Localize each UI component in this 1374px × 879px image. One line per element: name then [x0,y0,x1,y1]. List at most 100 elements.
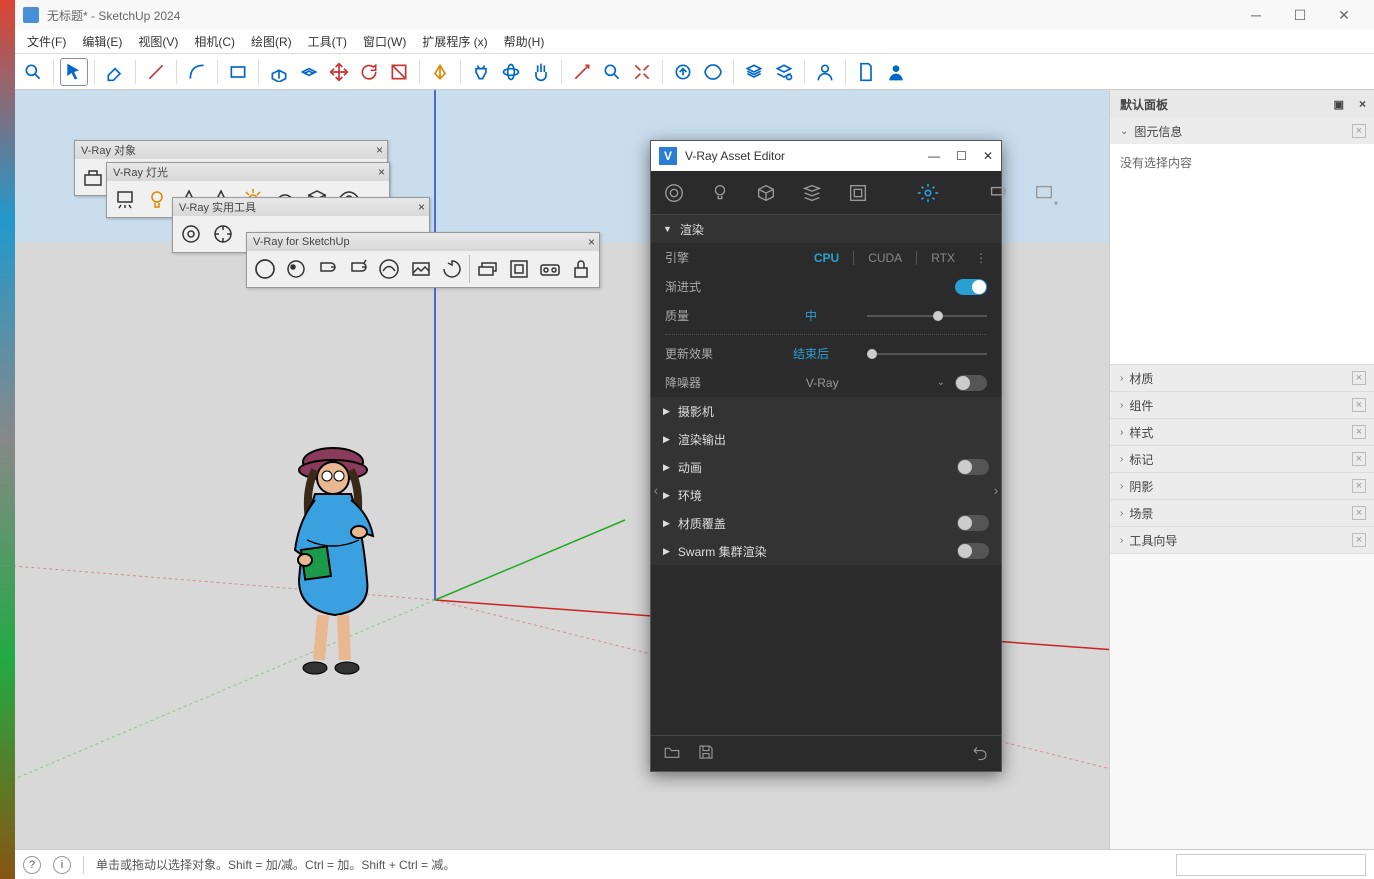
engine-cuda[interactable]: CUDA [868,251,902,265]
menu-edit[interactable]: 编辑(E) [74,31,130,52]
entity-info-header[interactable]: ⌄ 图元信息 × [1110,118,1374,144]
close-icon[interactable]: × [1352,124,1366,138]
move-tool-icon[interactable] [325,58,353,86]
components-section[interactable]: ›组件× [1110,392,1374,418]
lock-icon[interactable] [566,253,597,285]
viewport-render-icon[interactable] [374,253,405,285]
maximize-button[interactable]: ☐ [1278,0,1322,30]
maximize-button[interactable]: ☐ [956,149,967,163]
rotate-tool-icon[interactable] [355,58,383,86]
engine-more-icon[interactable]: ⋮ [975,251,987,265]
close-button[interactable]: ✕ [983,149,993,163]
camera-section[interactable]: ▶摄影机 [651,397,1001,425]
zoom-extents-icon[interactable] [628,58,656,86]
shadows-section[interactable]: ›阴影× [1110,473,1374,499]
menu-tools[interactable]: 工具(T) [300,31,355,52]
render-icon[interactable] [280,253,311,285]
materials-tab-icon[interactable] [663,181,685,205]
settings-tab-icon[interactable] [917,181,939,205]
progressive-toggle[interactable] [955,279,987,295]
frame-buffer-tab-icon[interactable]: ▾ [1033,181,1055,205]
render-section-header[interactable]: ▼渲染 [651,215,1001,243]
engine-cpu[interactable]: CPU [814,251,839,265]
minimize-button[interactable]: ─ [1234,0,1278,30]
tags-section[interactable]: ›标记× [1110,446,1374,472]
environment-section[interactable]: ▶环境 [651,481,1001,509]
textures-tab-icon[interactable] [801,181,823,205]
cloud-render-icon[interactable] [343,253,374,285]
arc-tool-icon[interactable] [183,58,211,86]
layers-settings-icon[interactable] [770,58,798,86]
vr-icon[interactable] [535,253,566,285]
sphere-light-icon[interactable] [141,183,173,215]
update-slider[interactable] [867,353,987,355]
frame-buffer-icon[interactable] [405,253,436,285]
asset-editor-icon[interactable] [249,253,280,285]
scenes-section[interactable]: ›场景× [1110,500,1374,526]
folder-icon[interactable] [663,743,681,764]
menu-file[interactable]: 文件(F) [19,31,74,52]
interactive-render-icon[interactable] [311,253,342,285]
close-icon[interactable]: × [1352,479,1366,493]
override-toggle[interactable] [957,515,989,531]
quality-slider[interactable] [867,315,987,317]
menu-help[interactable]: 帮助(H) [496,31,553,52]
engine-rtx[interactable]: RTX [931,251,955,265]
extension-icon[interactable] [699,58,727,86]
vray-titlebar[interactable]: V V-Ray Asset Editor — ☐ ✕ [651,141,1001,171]
select-tool-icon[interactable] [60,58,88,86]
info-icon[interactable]: i [53,856,71,874]
expand-left-icon[interactable]: ‹ [649,475,663,505]
vray-proxy-icon[interactable] [77,161,109,193]
close-icon[interactable]: × [376,143,383,157]
save-icon[interactable] [697,743,715,764]
close-icon[interactable]: × [588,235,595,249]
offset-tool-icon[interactable] [295,58,323,86]
swarm-section[interactable]: ▶Swarm 集群渲染 [651,537,1001,565]
close-icon[interactable]: × [1352,398,1366,412]
animation-section[interactable]: ▶动画 [651,453,1001,481]
util-circle-icon[interactable] [175,218,207,250]
close-button[interactable]: ✕ [1322,0,1366,30]
vray-sketchup-toolbar[interactable]: V-Ray for SketchUp× [246,232,600,288]
render-elements-tab-icon[interactable] [847,181,869,205]
zoom-window-icon[interactable] [598,58,626,86]
close-icon[interactable]: × [1352,533,1366,547]
profile-icon[interactable] [882,58,910,86]
rect-light-icon[interactable] [109,183,141,215]
animation-toggle[interactable] [957,459,989,475]
menu-extensions[interactable]: 扩展程序 (x) [414,31,495,52]
util-target-icon[interactable] [207,218,239,250]
expand-right-icon[interactable]: › [989,475,1003,505]
batch-render-icon[interactable] [472,253,503,285]
output-section[interactable]: ▶渲染输出 [651,425,1001,453]
pan-tool-icon[interactable] [527,58,555,86]
close-icon[interactable]: × [418,200,425,214]
menu-draw[interactable]: 绘图(R) [243,31,300,52]
close-icon[interactable]: × [1352,425,1366,439]
measurement-input[interactable] [1176,854,1366,876]
pushpull-tool-icon[interactable] [265,58,293,86]
materials-section[interactable]: ›材质× [1110,365,1374,391]
line-tool-icon[interactable] [142,58,170,86]
scale-tool-icon[interactable] [385,58,413,86]
denoiser-toggle[interactable] [955,375,987,391]
pin-icon[interactable]: ▣ [1334,98,1344,111]
history-icon[interactable] [436,253,467,285]
close-icon[interactable]: × [1359,97,1366,111]
styles-section[interactable]: ›样式× [1110,419,1374,445]
menu-view[interactable]: 视图(V) [130,31,186,52]
instructor-section[interactable]: ›工具向导× [1110,527,1374,553]
close-icon[interactable]: × [378,165,385,179]
tape-tool-icon[interactable] [426,58,454,86]
warehouse-icon[interactable] [669,58,697,86]
minimize-button[interactable]: — [928,149,940,163]
help-icon[interactable]: ? [23,856,41,874]
orbit-tool-icon[interactable] [497,58,525,86]
swarm-toggle[interactable] [957,543,989,559]
layers-icon[interactable] [740,58,768,86]
eraser-tool-icon[interactable] [101,58,129,86]
menu-camera[interactable]: 相机(C) [186,31,243,52]
tray-header[interactable]: 默认面板 ▣ × [1110,90,1374,118]
rectangle-tool-icon[interactable] [224,58,252,86]
